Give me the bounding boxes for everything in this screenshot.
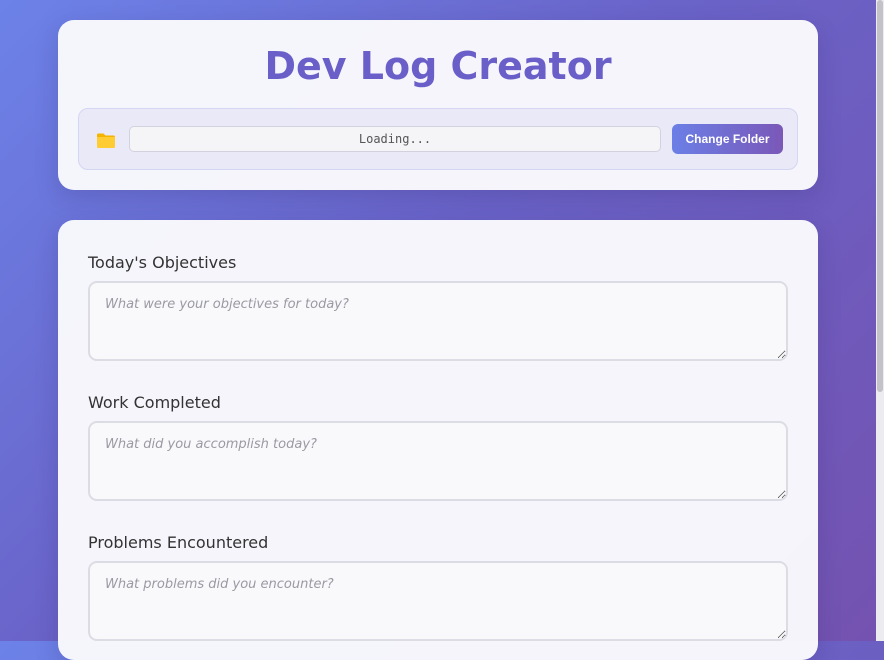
folder-path-display: Loading... bbox=[129, 126, 661, 152]
change-folder-button[interactable]: Change Folder bbox=[672, 124, 783, 154]
app-title: Dev Log Creator bbox=[264, 44, 612, 88]
objectives-input[interactable] bbox=[88, 281, 788, 361]
work-completed-input[interactable] bbox=[88, 421, 788, 501]
folder-icon bbox=[97, 133, 115, 148]
problems-label: Problems Encountered bbox=[88, 533, 269, 552]
header-card: Dev Log Creator Loading... Change Folder bbox=[58, 20, 818, 190]
scrollbar-thumb[interactable] bbox=[877, 0, 883, 392]
work-completed-label: Work Completed bbox=[88, 393, 221, 412]
folder-bar: Loading... Change Folder bbox=[78, 108, 798, 170]
page-scrollbar[interactable] bbox=[876, 0, 884, 641]
problems-input[interactable] bbox=[88, 561, 788, 641]
objectives-label: Today's Objectives bbox=[88, 253, 237, 272]
log-form-card: Today's Objectives Work Completed Proble… bbox=[58, 220, 818, 660]
